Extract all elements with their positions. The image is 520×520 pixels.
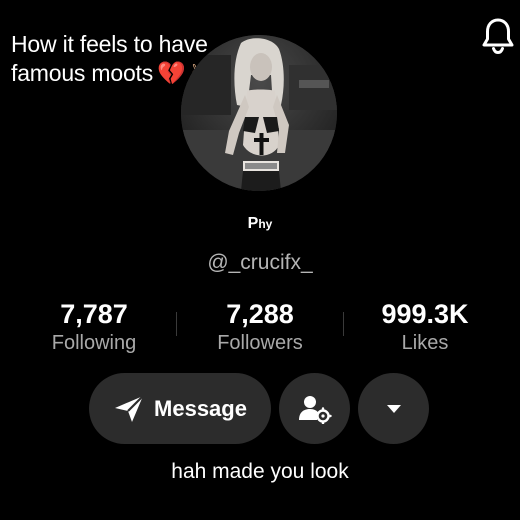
profile-screen: How it feels to have famous moots💔✌ [0,0,520,520]
username: @_crucifx_ [207,251,313,274]
caption-line-2: famous moots💔✌ [11,59,208,89]
stat-likes[interactable]: 999.3K Likes [350,298,500,356]
user-settings-icon [298,395,332,424]
stat-divider [343,312,344,336]
add-friend-button[interactable] [279,373,350,444]
display-name-main: P [247,215,259,232]
broken-heart-icon: 💔 [157,61,186,87]
avatar[interactable] [181,35,337,191]
more-options-button[interactable] [358,373,429,444]
stat-followers[interactable]: 7,288 Followers [185,298,335,356]
stats-row: 7,787 Following 7,288 Followers 999.3K L… [0,298,520,358]
message-button[interactable]: Message [89,373,271,444]
caption-line-1: How it feels to have [11,31,208,57]
bio-text: hah made you look [171,460,349,483]
followers-count: 7,288 [226,299,294,329]
followers-label: Followers [217,332,303,354]
likes-count: 999.3K [381,299,469,329]
following-count: 7,787 [60,299,128,329]
bell-icon[interactable] [481,17,515,55]
likes-label: Likes [401,332,449,354]
following-label: Following [51,332,137,354]
stat-divider [176,312,177,336]
caption-line-2-text: famous moots [11,60,154,86]
display-name: Phy [0,215,520,233]
avatar-photo [181,35,337,191]
send-icon [115,394,144,422]
caret-down-icon [386,404,401,413]
message-button-label: Message [154,395,247,421]
meme-caption: How it feels to have famous moots💔✌ [11,30,208,89]
display-name-small: hy [258,217,273,231]
stat-following[interactable]: 7,787 Following [19,298,169,356]
